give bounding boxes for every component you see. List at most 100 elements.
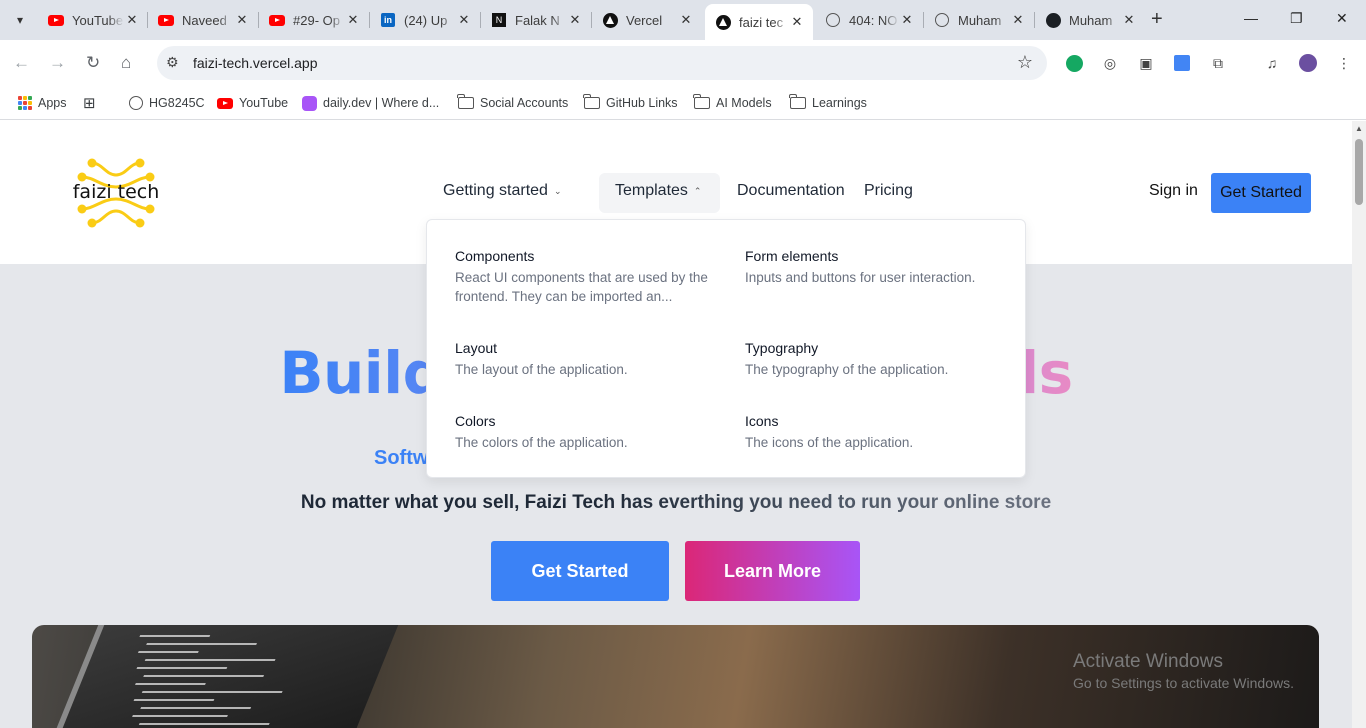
nav-label: Pricing — [864, 182, 913, 199]
dropdown-item-description: The colors of the application. — [455, 435, 628, 450]
close-icon[interactable]: ✕ — [678, 12, 694, 28]
browser-tab[interactable]: Vercel ✕ — [592, 4, 702, 36]
bookmark-dailydev[interactable]: daily.dev | Where d... — [302, 93, 439, 113]
url-text[interactable]: faizi-tech.vercel.app — [193, 55, 318, 71]
extension-icon[interactable]: ◎ — [1100, 53, 1120, 73]
nav-documentation[interactable]: Documentation — [737, 182, 845, 200]
close-icon[interactable]: ✕ — [899, 12, 915, 28]
dropdown-item-description: The layout of the application. — [455, 362, 628, 377]
tab-search-button[interactable]: ▾ — [7, 7, 33, 33]
dropdown-item-description: React UI components that are used by the… — [455, 270, 708, 304]
page-scrollbar[interactable]: ▲ — [1352, 121, 1366, 728]
dropdown-item-typography[interactable]: Typography The typography of the applica… — [745, 340, 1005, 379]
browser-tab[interactable]: in (24) Up ✕ — [370, 4, 480, 36]
globe-icon — [934, 12, 950, 28]
bookmark-grid[interactable]: ⊞ — [83, 93, 102, 113]
windows-activation-watermark: Activate Windows Go to Settings to activ… — [1073, 651, 1294, 691]
site-logo[interactable]: faizi tech — [72, 157, 160, 229]
nav-templates[interactable]: Templates ⌃ — [615, 182, 701, 200]
dropdown-item-form-elements[interactable]: Form elements Inputs and buttons for use… — [745, 248, 1005, 287]
bookmark-label: GitHub Links — [606, 96, 678, 110]
dropdown-item-components[interactable]: Components React UI components that are … — [455, 248, 715, 306]
browser-tab[interactable]: 404: NO ✕ — [815, 4, 923, 36]
scroll-up-arrow-icon[interactable]: ▲ — [1355, 124, 1363, 133]
close-icon[interactable]: ✕ — [567, 12, 583, 28]
templates-dropdown-menu: Components React UI components that are … — [426, 219, 1026, 478]
dropdown-item-description: Inputs and buttons for user interaction. — [745, 270, 976, 285]
sign-in-link[interactable]: Sign in — [1149, 182, 1198, 200]
media-control-icon[interactable]: ♫ — [1262, 53, 1282, 73]
extensions-puzzle-icon[interactable]: ⧉ — [1208, 53, 1228, 73]
dropdown-item-title: Colors — [455, 413, 496, 429]
close-icon[interactable]: ✕ — [345, 12, 361, 28]
close-icon[interactable]: ✕ — [1121, 12, 1137, 28]
get-started-nav-button[interactable]: Get Started — [1211, 173, 1311, 213]
profile-avatar[interactable] — [1298, 53, 1318, 73]
linkedin-icon: in — [380, 12, 396, 28]
bookmark-star-icon[interactable]: ☆ — [1017, 52, 1033, 73]
grammarly-icon[interactable] — [1064, 53, 1084, 73]
bookmark-youtube[interactable]: YouTube — [217, 93, 288, 113]
close-icon[interactable]: ✕ — [1010, 12, 1026, 28]
back-icon[interactable]: ← — [13, 53, 30, 73]
dropdown-item-description: The icons of the application. — [745, 435, 914, 450]
bookmark-label: Learnings — [812, 96, 867, 110]
scrollbar-thumb[interactable] — [1355, 139, 1363, 205]
new-tab-icon[interactable]: + — [1151, 9, 1163, 29]
bookmark-folder-learnings[interactable]: Learnings — [789, 93, 867, 113]
picture-in-picture-icon[interactable]: ▣ — [1136, 53, 1156, 73]
browser-tab[interactable]: #29- Op ✕ — [259, 4, 369, 36]
translate-icon[interactable] — [1172, 53, 1192, 73]
browser-tab[interactable]: Muham ✕ — [1035, 4, 1145, 36]
dropdown-item-description: The typography of the application. — [745, 362, 949, 377]
browser-tab[interactable]: YouTube ✕ — [38, 4, 148, 36]
close-icon[interactable]: ✕ — [234, 12, 250, 28]
folder-icon — [693, 94, 710, 109]
bookmark-label: AI Models — [716, 96, 772, 110]
browser-tab[interactable]: N Falak N ✕ — [481, 4, 591, 36]
bookmark-apps[interactable]: Apps — [18, 93, 67, 113]
chevron-down-icon: ▾ — [16, 13, 24, 27]
dropdown-item-colors[interactable]: Colors The colors of the application. — [455, 413, 715, 452]
vercel-icon — [602, 12, 618, 28]
youtube-icon — [158, 12, 174, 28]
browser-tab-active[interactable]: faizi tec ✕ — [705, 4, 813, 40]
close-icon[interactable]: ✕ — [456, 12, 472, 28]
youtube-icon — [217, 97, 233, 109]
globe-icon — [825, 12, 841, 28]
bookmark-label: Apps — [38, 96, 67, 110]
bookmark-label: YouTube — [239, 96, 289, 110]
close-window-icon[interactable]: ✕ — [1336, 10, 1348, 27]
watermark-subtitle: Go to Settings to activate Windows. — [1073, 675, 1294, 691]
bookmark-folder-github[interactable]: GitHub Links — [583, 93, 678, 113]
dailydev-icon — [302, 95, 317, 111]
bookmark-hg8245c[interactable]: HG8245C — [129, 93, 205, 113]
minimize-icon[interactable]: — — [1244, 10, 1258, 26]
menu-kebab-icon[interactable]: ⋮ — [1334, 53, 1354, 73]
bookmark-folder-social[interactable]: Social Accounts — [457, 93, 568, 113]
bookmark-label: HG8245C — [149, 96, 205, 110]
site-settings-icon[interactable]: ⚙ — [166, 54, 179, 71]
dropdown-item-icons[interactable]: Icons The icons of the application. — [745, 413, 1005, 452]
dropdown-item-layout[interactable]: Layout The layout of the application. — [455, 340, 715, 379]
browser-tab[interactable]: Naveed ✕ — [148, 4, 258, 36]
learn-more-button[interactable]: Learn More — [685, 541, 860, 601]
close-icon[interactable]: ✕ — [124, 12, 140, 28]
dropdown-item-title: Components — [455, 248, 535, 264]
nav-getting-started[interactable]: Getting started ⌄ — [443, 182, 562, 200]
nextjs-icon: N — [491, 12, 507, 28]
forward-icon[interactable]: → — [49, 53, 66, 73]
tab-title: Muham — [1069, 12, 1113, 28]
get-started-button[interactable]: Get Started — [491, 541, 669, 601]
nav-label: Getting started — [443, 182, 548, 199]
folder-icon — [457, 94, 474, 109]
close-icon[interactable]: ✕ — [789, 14, 805, 30]
home-icon[interactable]: ⌂ — [121, 53, 131, 73]
restore-icon[interactable]: ❐ — [1290, 10, 1303, 27]
reload-icon[interactable]: ↻ — [86, 53, 100, 73]
nav-pricing[interactable]: Pricing — [864, 182, 913, 200]
bookmark-folder-ai[interactable]: AI Models — [693, 93, 772, 113]
address-bar[interactable]: ⚙ faizi-tech.vercel.app ☆ — [157, 46, 1047, 80]
browser-tab[interactable]: Muham ✕ — [924, 4, 1034, 36]
laptop-screen-image — [45, 625, 399, 728]
